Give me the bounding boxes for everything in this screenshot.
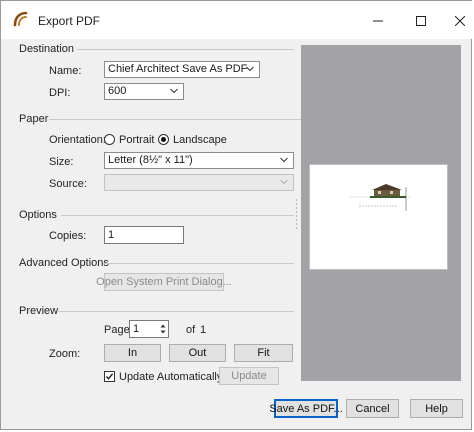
dpi-value: 600 (108, 85, 127, 97)
open-system-print-dialog-label: Open System Print Dialog... (96, 276, 232, 288)
name-label: Name: (49, 65, 82, 77)
of-label: of (186, 324, 196, 336)
zoom-out-label: Out (188, 347, 207, 359)
page-label: Page (104, 324, 130, 336)
options-divider (61, 215, 294, 216)
export-pdf-dialog: Export PDF Destination Name: Chief Archi… (0, 0, 473, 430)
page-input[interactable]: 1 (129, 320, 169, 338)
copies-label: Copies: (49, 230, 87, 242)
update-label: Update (231, 370, 267, 382)
help-button[interactable]: Help (410, 399, 463, 418)
size-label: Size: (49, 156, 74, 168)
zoom-in-label: In (127, 347, 138, 359)
save-as-pdf-label: Save As PDF... (269, 402, 343, 415)
paper-size-value: Letter (8½" x 11") (108, 154, 193, 166)
house-elevation-thumbnail (350, 184, 410, 211)
zoom-label: Zoom: (49, 348, 81, 360)
paper-size-select[interactable]: Letter (8½" x 11") (104, 152, 294, 169)
help-label: Help (425, 402, 448, 415)
portrait-radio[interactable] (104, 134, 115, 145)
page-value: 1 (133, 323, 140, 335)
zoom-fit-button[interactable]: Fit (234, 344, 293, 362)
preview-page (309, 164, 448, 270)
window-title: Export PDF (38, 14, 101, 28)
spinner-icon[interactable] (160, 323, 166, 335)
checkmark-icon (106, 373, 114, 380)
preview-divider (58, 311, 294, 312)
preview-section-title: Preview (19, 305, 59, 317)
copies-value: 1 (108, 229, 115, 241)
source-label: Source: (49, 178, 87, 190)
destination-divider (77, 49, 294, 50)
cancel-label: Cancel (355, 402, 390, 415)
paper-source-select[interactable] (104, 174, 294, 191)
advanced-section-title: Advanced Options (19, 257, 109, 269)
options-section-title: Options (19, 209, 57, 221)
splitter-handle[interactable] (295, 199, 298, 229)
chevron-down-icon (246, 66, 254, 72)
update-automatically-checkbox[interactable] (104, 371, 115, 382)
close-icon (455, 16, 465, 26)
copies-input[interactable]: 1 (104, 226, 184, 244)
update-automatically-label[interactable]: Update Automatically (119, 371, 222, 383)
printer-name-select[interactable]: Chief Architect Save As PDF (104, 61, 260, 78)
save-as-pdf-button[interactable]: Save As PDF... (269, 399, 343, 418)
maximize-icon (416, 16, 426, 26)
minimize-icon (373, 20, 383, 22)
dpi-select[interactable]: 600 (104, 83, 184, 100)
minimize-button[interactable] (364, 9, 392, 33)
destination-section-title: Destination (19, 43, 75, 55)
orientation-label: Orientation: (49, 134, 106, 146)
chevron-down-icon (280, 157, 288, 163)
zoom-in-button[interactable]: In (104, 344, 161, 362)
advanced-divider (103, 263, 294, 264)
zoom-fit-label: Fit (257, 347, 270, 359)
dpi-label: DPI: (49, 87, 71, 99)
portrait-label[interactable]: Portrait (119, 134, 154, 146)
chief-architect-logo-icon (13, 11, 29, 30)
update-button[interactable]: Update (219, 367, 279, 385)
total-pages: 1 (200, 324, 207, 336)
landscape-label[interactable]: Landscape (173, 134, 227, 146)
landscape-radio[interactable] (158, 134, 169, 145)
zoom-out-button[interactable]: Out (169, 344, 226, 362)
chevron-down-icon (280, 179, 288, 185)
open-system-print-dialog-button[interactable]: Open System Print Dialog... (96, 273, 232, 291)
printer-name-value: Chief Architect Save As PDF (108, 63, 248, 75)
chevron-down-icon (170, 88, 178, 94)
close-button[interactable] (446, 9, 474, 33)
paper-section-title: Paper (19, 113, 49, 125)
maximize-button[interactable] (407, 9, 435, 33)
cancel-button[interactable]: Cancel (346, 399, 399, 418)
title-bar[interactable]: Export PDF (1, 1, 473, 39)
